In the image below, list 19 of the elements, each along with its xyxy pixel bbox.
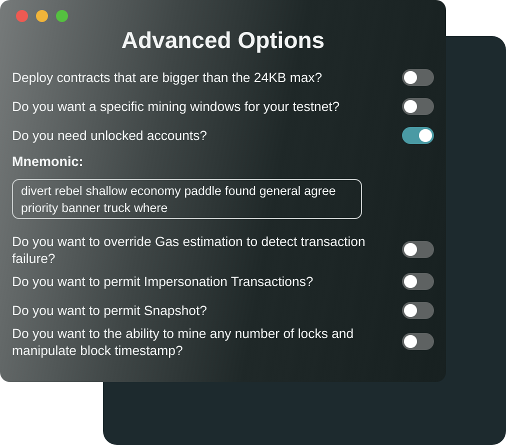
toggle-switch[interactable] — [402, 333, 434, 350]
option-label: Do you want to override Gas estimation to detect transaction failure? — [12, 232, 366, 267]
toggle-switch[interactable] — [402, 127, 434, 144]
minimize-button[interactable] — [36, 10, 48, 22]
mnemonic-field[interactable]: divert rebel shallow economy paddle found general agree priority banner truck where — [12, 178, 362, 219]
toggle-switch[interactable] — [402, 302, 434, 319]
toggle-switch[interactable] — [402, 272, 434, 290]
maximize-button[interactable] — [56, 10, 68, 22]
option-label: Do you want to the ability to mine any number of locks and manipulate block timestamp? — [12, 324, 355, 359]
option-label: Do you need unlocked accounts? — [12, 127, 208, 144]
option-label: Deploy contracts that are bigger than the 24KB max? — [12, 69, 324, 86]
window-title: Advanced Options — [120, 28, 326, 54]
toggle-switch[interactable] — [402, 98, 434, 116]
option-label: Do you want to permit Snapshot? — [12, 302, 208, 319]
toggle-switch[interactable] — [402, 241, 434, 258]
option-label: Do you want to permit Impersonation Transactions? — [12, 272, 314, 290]
toggle-switch[interactable] — [402, 69, 434, 86]
mnemonic-label: Mnemonic: — [12, 153, 84, 172]
option-label: Do you want a specific mining windows for your testnet? — [12, 98, 341, 116]
